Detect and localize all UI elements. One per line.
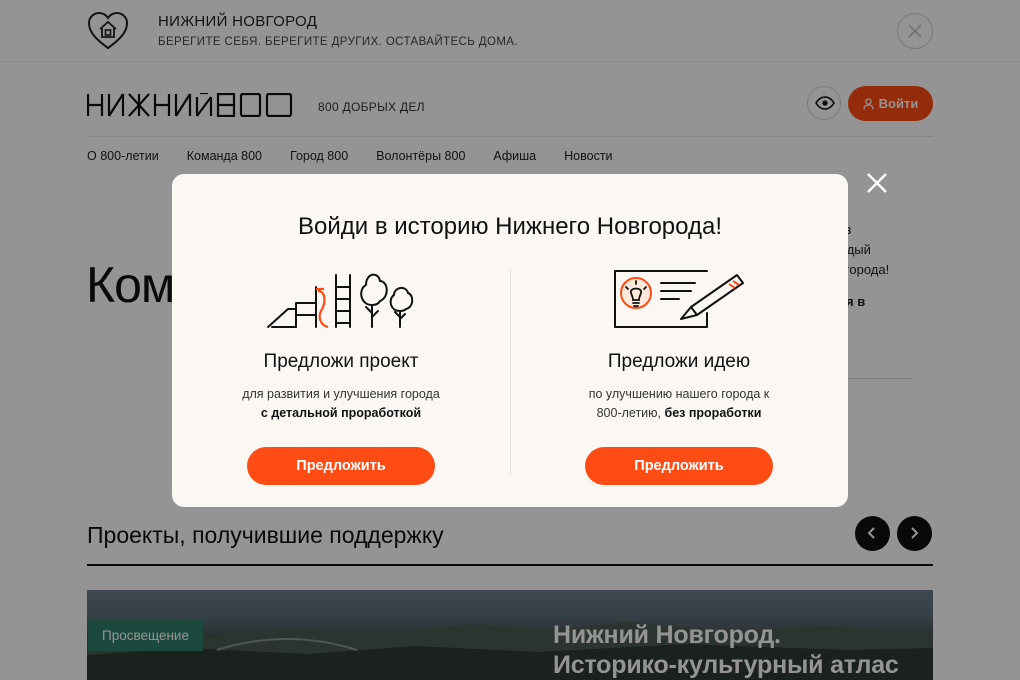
- project-column: Предложи проект для развития и улучшения…: [172, 267, 510, 485]
- project-desc-bold: с детальной проработкой: [260, 406, 422, 420]
- idea-column: Предложи идею по улучшению нашего города…: [510, 267, 848, 485]
- idea-desc-bold: без проработки: [664, 406, 762, 420]
- project-desc-line: для развития и улучшения города: [242, 387, 440, 401]
- modal-close-button[interactable]: [866, 172, 888, 194]
- idea-desc-plain: 800-летию,: [596, 406, 662, 420]
- playground-icon: [267, 273, 414, 329]
- project-heading: Предложи проект: [263, 351, 419, 372]
- modal-title: Войди в историю Нижнего Новгорода!: [298, 213, 722, 240]
- project-description: для развития и улучшения города с деталь…: [172, 385, 510, 423]
- idea-heading: Предложи идею: [607, 351, 751, 372]
- idea-certificate-icon: [614, 270, 744, 328]
- idea-desc-line: по улучшению нашего города к: [588, 387, 770, 401]
- suggest-modal: Войди в историю Нижнего Новгорода! Предл…: [172, 174, 848, 507]
- suggest-idea-button[interactable]: Предложить: [585, 447, 773, 485]
- suggest-project-button[interactable]: Предложить: [247, 447, 435, 485]
- idea-description: по улучшению нашего города к 800-летию, …: [510, 385, 848, 423]
